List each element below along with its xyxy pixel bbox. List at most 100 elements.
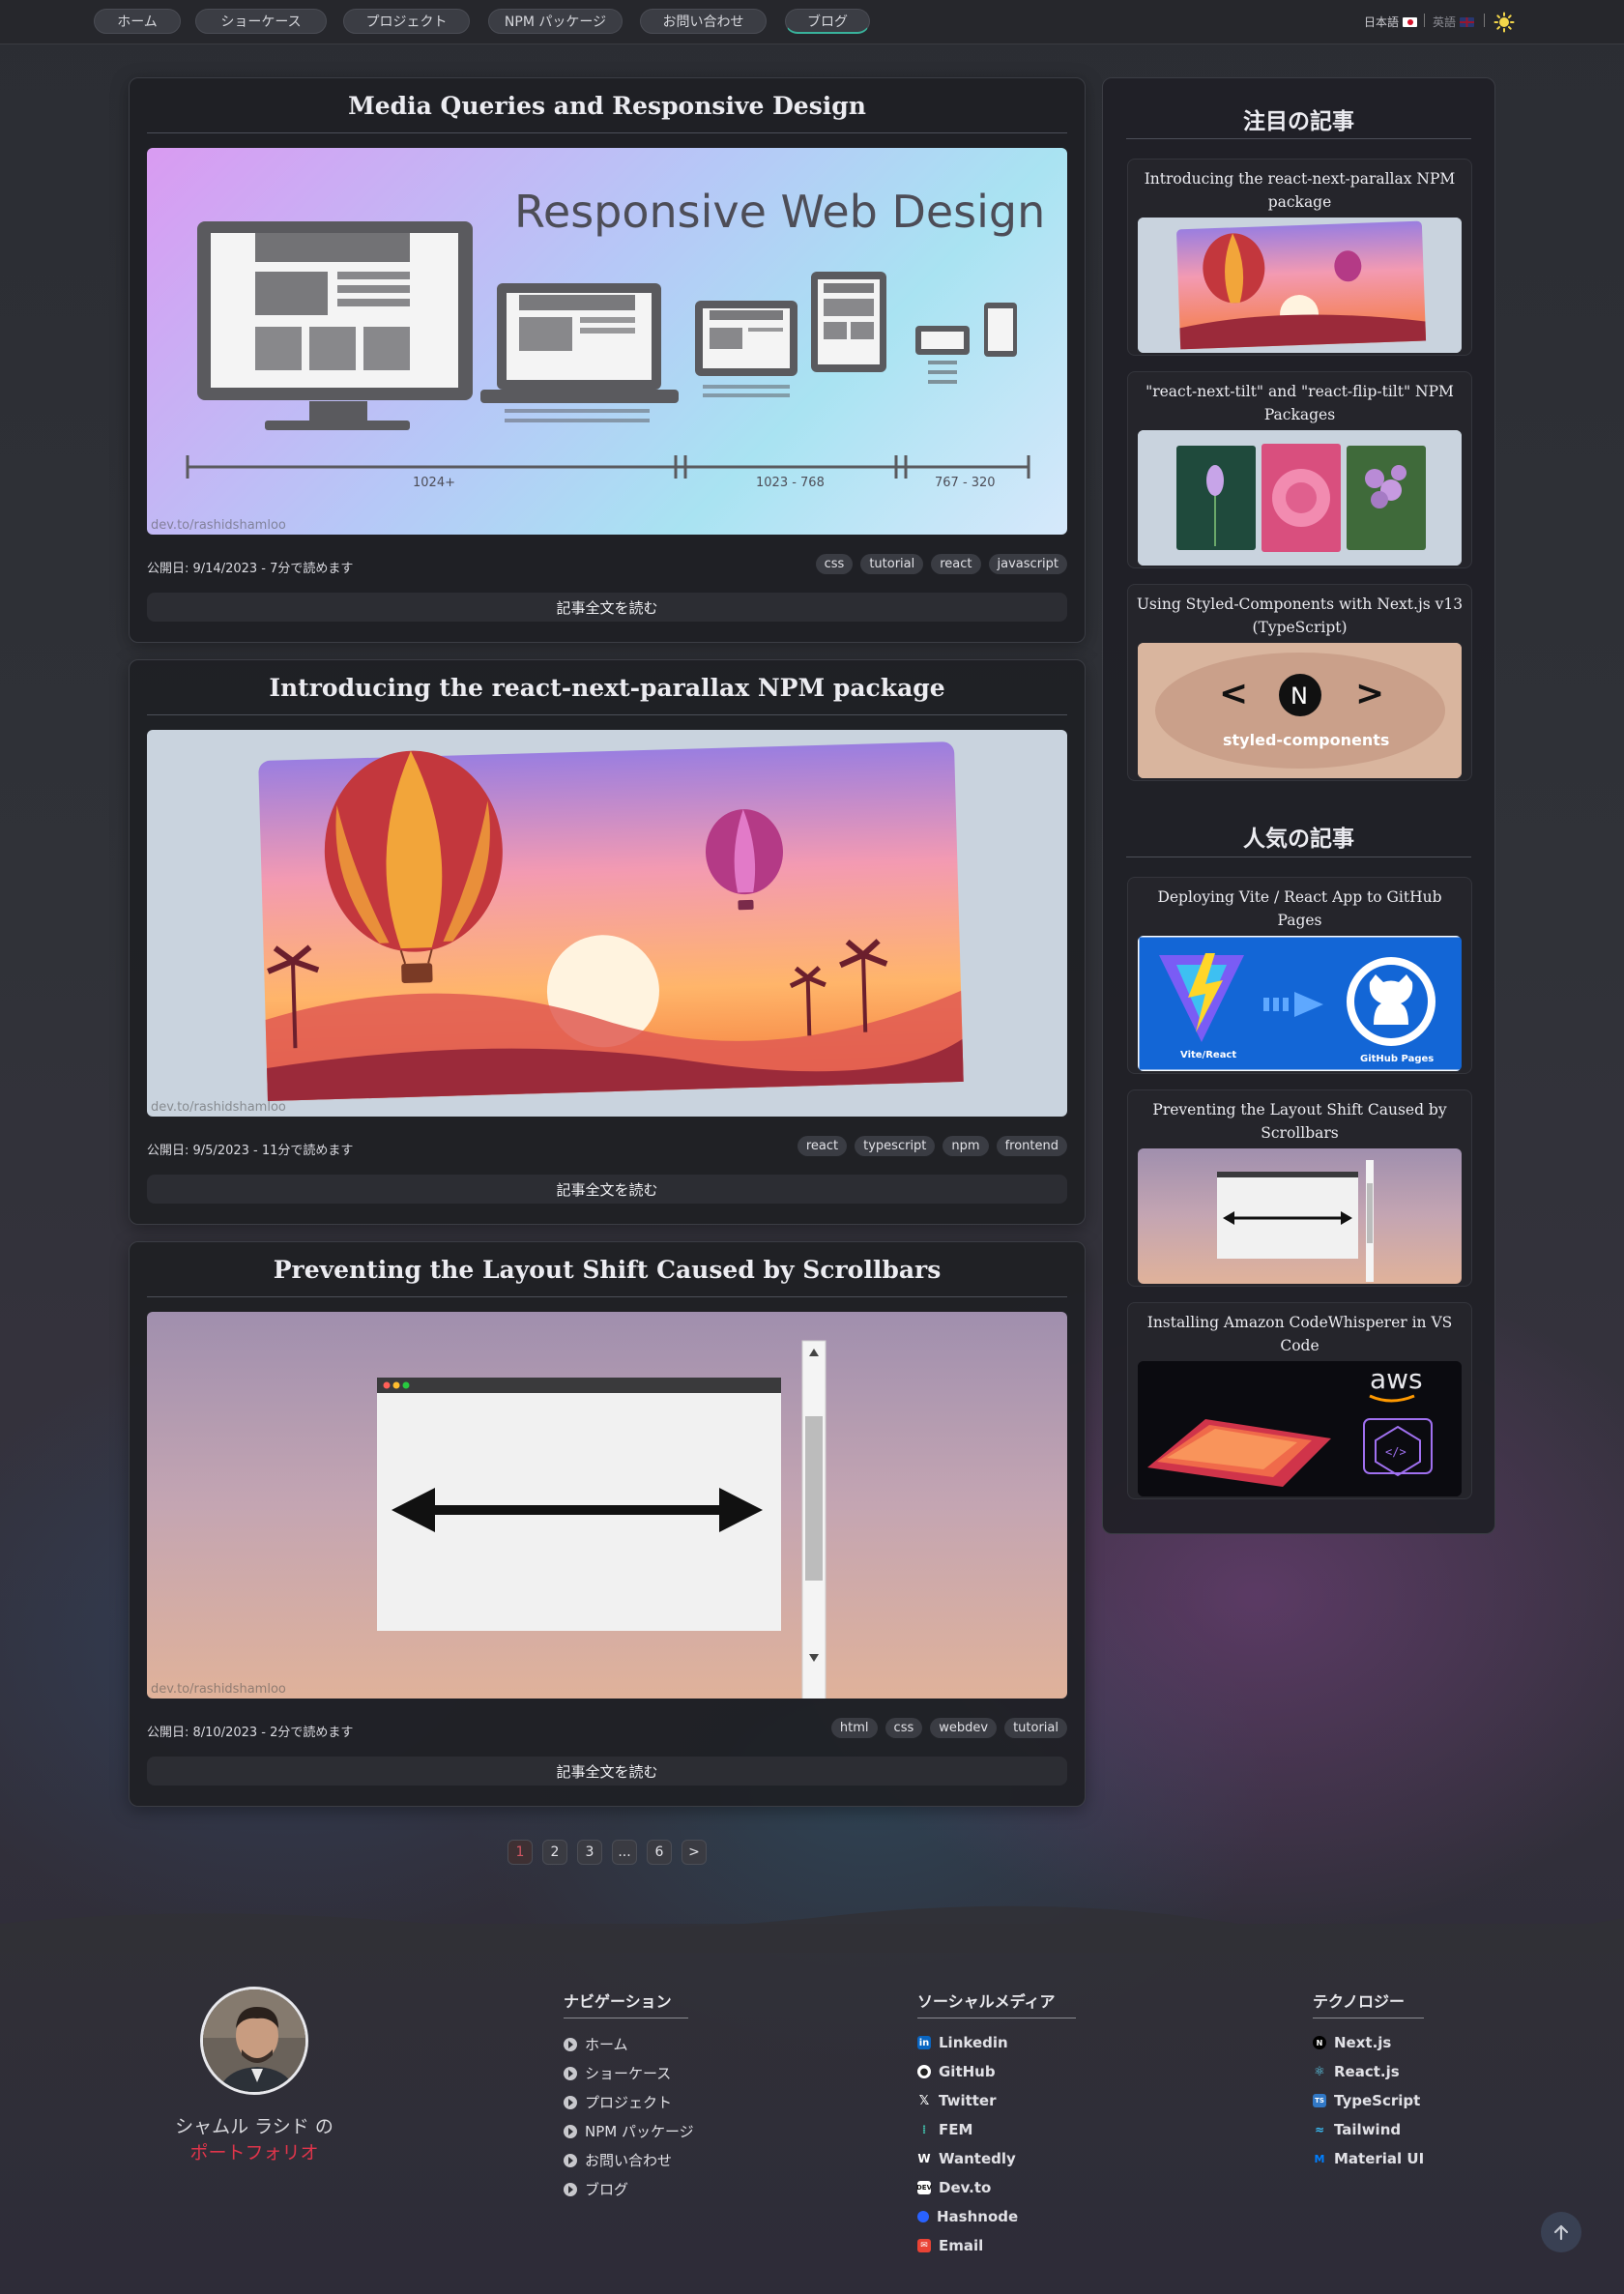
- featured-article-card[interactable]: "react-next-tilt" and "react-flip-tilt" …: [1127, 371, 1472, 568]
- featured-article-card[interactable]: Using Styled-Components with Next.js v13…: [1127, 584, 1472, 781]
- sun-icon[interactable]: [1494, 12, 1515, 33]
- post-title[interactable]: Preventing the Layout Shift Caused by Sc…: [147, 1256, 1067, 1284]
- footer-nav-label: ホーム: [585, 2036, 628, 2053]
- nav-home[interactable]: ホーム: [94, 9, 181, 34]
- flowers-thumbnail: [1138, 430, 1462, 566]
- tag[interactable]: tutorial: [860, 554, 924, 574]
- nav-blog[interactable]: ブログ: [785, 9, 870, 34]
- blog-post-card: Preventing the Layout Shift Caused by Sc…: [129, 1241, 1086, 1807]
- featured-article-card[interactable]: Introducing the react-next-parallax NPM …: [1127, 159, 1472, 356]
- footer-nav-blog[interactable]: ブログ: [564, 2179, 628, 2199]
- footer-nav-npm[interactable]: NPM パッケージ: [564, 2121, 694, 2141]
- tech-typescript[interactable]: TS TypeScript: [1313, 2092, 1420, 2109]
- tag[interactable]: frontend: [996, 1136, 1067, 1156]
- japan-flag-icon: [1403, 16, 1418, 27]
- nextjs-icon: N: [1313, 2036, 1326, 2049]
- styled-components-thumbnail: < > N styled-components: [1138, 643, 1462, 778]
- post-image-scrollbar[interactable]: dev.to/rashidshamloo: [147, 1312, 1067, 1699]
- social-hashnode[interactable]: Hashnode: [917, 2208, 1018, 2225]
- tag[interactable]: tutorial: [1004, 1718, 1067, 1738]
- tag[interactable]: react: [797, 1136, 848, 1156]
- tech-label: TypeScript: [1334, 2092, 1421, 2109]
- parallax-balloon-illustration: [258, 741, 964, 1101]
- footer-nav-home[interactable]: ホーム: [564, 2034, 628, 2054]
- aws-label: aws: [1370, 1363, 1423, 1395]
- footer-nav-label: ショーケース: [585, 2065, 672, 2082]
- styled-components-label: styled-components: [1223, 731, 1389, 749]
- tech-label: Next.js: [1334, 2034, 1392, 2051]
- footer-nav-projects[interactable]: プロジェクト: [564, 2092, 672, 2112]
- tag[interactable]: css: [815, 554, 854, 574]
- popular-article-card[interactable]: Preventing the Layout Shift Caused by Sc…: [1127, 1089, 1472, 1287]
- article-thumbnail: [1138, 430, 1462, 566]
- social-linkedin[interactable]: in Linkedin: [917, 2034, 1008, 2051]
- footer-nav-title: ナビゲーション: [564, 1989, 688, 2018]
- tag[interactable]: javascript: [988, 554, 1067, 574]
- next-page-button[interactable]: >: [682, 1840, 707, 1865]
- post-image-parallax[interactable]: dev.to/rashidshamloo: [147, 730, 1067, 1117]
- page-2-button[interactable]: 2: [542, 1840, 567, 1865]
- post-image-responsive[interactable]: Responsive Web Design 1024+ 1023 - 768 7…: [147, 148, 1067, 535]
- social-label: FEM: [939, 2121, 973, 2138]
- github-icon: ●: [917, 2065, 931, 2078]
- owner-name: シャムル ラシド の: [175, 2116, 334, 2137]
- tag[interactable]: html: [830, 1718, 878, 1738]
- popular-article-card[interactable]: Deploying Vite / React App to GitHub Pag…: [1127, 877, 1472, 1074]
- nav-showcase[interactable]: ショーケース: [195, 9, 327, 34]
- divider: [147, 1296, 1067, 1297]
- react-icon: ⚛: [1314, 2064, 1325, 2079]
- article-thumbnail: Vite/React GitHub Pages: [1138, 936, 1462, 1071]
- article-thumbnail: aws </>: [1138, 1361, 1462, 1496]
- article-title: "react-next-tilt" and "react-flip-tilt" …: [1146, 383, 1454, 423]
- avatar: [200, 1987, 308, 2095]
- footer-nav-contact[interactable]: お問い合わせ: [564, 2150, 672, 2170]
- popular-article-card[interactable]: Installing Amazon CodeWhisperer in VS Co…: [1127, 1302, 1472, 1499]
- social-label: Linkedin: [939, 2034, 1008, 2051]
- tech-react[interactable]: ⚛ React.js: [1313, 2063, 1400, 2080]
- portfolio-link[interactable]: ポートフォリオ: [155, 2138, 354, 2164]
- nav-projects[interactable]: プロジェクト: [343, 9, 470, 34]
- svg-text:N: N: [1290, 682, 1308, 710]
- social-label: Email: [939, 2237, 984, 2254]
- lang-english[interactable]: 英語: [1433, 14, 1475, 30]
- lang-japanese[interactable]: 日本語: [1364, 14, 1418, 30]
- page-1-button[interactable]: 1: [508, 1840, 533, 1865]
- nav-npm[interactable]: NPM パッケージ: [488, 9, 623, 34]
- article-title: Installing Amazon CodeWhisperer in VS Co…: [1146, 1314, 1453, 1354]
- back-to-top-button[interactable]: [1541, 2212, 1581, 2252]
- footer-nav-label: プロジェクト: [585, 2094, 673, 2111]
- footer-nav-label: お問い合わせ: [585, 2152, 673, 2169]
- scrollbar-thumbnail: [1217, 1160, 1374, 1282]
- post-title[interactable]: Introducing the react-next-parallax NPM …: [147, 674, 1067, 702]
- fem-icon: ⁞: [921, 2123, 927, 2136]
- tag[interactable]: css: [884, 1718, 923, 1738]
- social-wantedly[interactable]: W Wantedly: [917, 2150, 1015, 2167]
- play-circle-icon: [564, 2153, 577, 2167]
- lang-japanese-label: 日本語: [1364, 15, 1400, 29]
- tech-tailwind[interactable]: ≈ Tailwind: [1313, 2121, 1401, 2138]
- read-more-button[interactable]: 記事全文を読む: [147, 593, 1067, 622]
- footer-nav-label: NPM パッケージ: [585, 2123, 694, 2140]
- social-devto[interactable]: DEV Dev.to: [916, 2179, 991, 2196]
- pagination: 1 2 3 ... 6 >: [508, 1840, 707, 1865]
- post-date: 公開日: 9/14/2023 - 7分で読めます: [147, 562, 354, 576]
- tag[interactable]: react: [931, 554, 981, 574]
- post-date: 公開日: 8/10/2023 - 2分で読めます: [147, 1726, 354, 1740]
- popular-heading: 人気の記事: [1243, 827, 1354, 852]
- page-6-button[interactable]: 6: [647, 1840, 672, 1865]
- read-more-button[interactable]: 記事全文を読む: [147, 1175, 1067, 1204]
- tag[interactable]: npm: [942, 1136, 989, 1156]
- tag[interactable]: webdev: [930, 1718, 998, 1738]
- tech-mui[interactable]: M Material UI: [1313, 2150, 1425, 2167]
- post-title[interactable]: Media Queries and Responsive Design: [147, 92, 1067, 120]
- nav-contact[interactable]: お問い合わせ: [640, 9, 767, 34]
- social-email[interactable]: ✉ Email: [917, 2237, 983, 2254]
- footer-nav-showcase[interactable]: ショーケース: [564, 2063, 671, 2083]
- social-github[interactable]: ● GitHub: [917, 2063, 996, 2080]
- social-fem[interactable]: ⁞ FEM: [917, 2121, 973, 2138]
- read-more-button[interactable]: 記事全文を読む: [147, 1757, 1067, 1786]
- social-twitter[interactable]: 𝕏 Twitter: [917, 2092, 997, 2109]
- tag[interactable]: typescript: [855, 1136, 936, 1156]
- page-3-button[interactable]: 3: [577, 1840, 602, 1865]
- tech-nextjs[interactable]: N Next.js: [1313, 2034, 1391, 2051]
